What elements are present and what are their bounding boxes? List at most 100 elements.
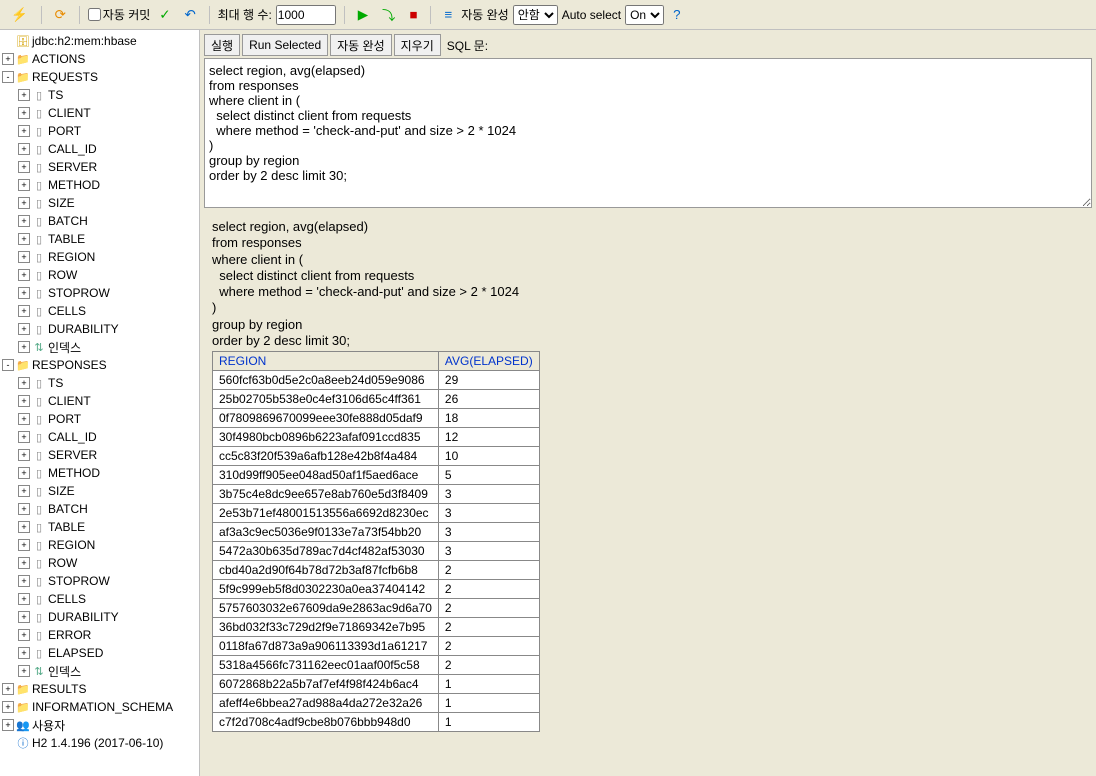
expand-icon[interactable]: +: [18, 215, 30, 227]
h2-version[interactable]: ⓘH2 1.4.196 (2017-06-10): [0, 734, 199, 752]
expand-icon[interactable]: +: [18, 143, 30, 155]
expand-icon[interactable]: +: [18, 593, 30, 605]
tree-column-ts[interactable]: +▯TS: [16, 374, 199, 392]
tree-column-batch[interactable]: +▯BATCH: [16, 500, 199, 518]
tree-column-cells[interactable]: +▯CELLS: [16, 590, 199, 608]
tree-item-requests[interactable]: -📁REQUESTS: [0, 68, 199, 86]
history-button[interactable]: ≡: [439, 4, 457, 26]
tree-column-call_id[interactable]: +▯CALL_ID: [16, 428, 199, 446]
autoselect-select[interactable]: On: [625, 5, 664, 25]
tree-column-method[interactable]: +▯METHOD: [16, 464, 199, 482]
stop-button[interactable]: ■: [404, 4, 422, 26]
autocommit-checkbox[interactable]: [88, 8, 101, 21]
tree-column-batch[interactable]: +▯BATCH: [16, 212, 199, 230]
expand-icon[interactable]: +: [18, 341, 30, 353]
expand-icon[interactable]: +: [18, 305, 30, 317]
expand-icon[interactable]: +: [18, 107, 30, 119]
tree-column-region[interactable]: +▯REGION: [16, 248, 199, 266]
tree-column-stoprow[interactable]: +▯STOPROW: [16, 572, 199, 590]
expand-icon[interactable]: -: [2, 71, 14, 83]
tree-column-table[interactable]: +▯TABLE: [16, 518, 199, 536]
expand-icon[interactable]: +: [18, 629, 30, 641]
expand-icon[interactable]: +: [18, 233, 30, 245]
expand-icon[interactable]: +: [18, 89, 30, 101]
tree-column-size[interactable]: +▯SIZE: [16, 194, 199, 212]
tree-column-port[interactable]: +▯PORT: [16, 410, 199, 428]
expand-icon[interactable]: +: [18, 395, 30, 407]
tree-item-사용자[interactable]: +👥사용자: [0, 716, 199, 734]
expand-icon[interactable]: -: [2, 359, 14, 371]
clear-button[interactable]: 지우기: [394, 34, 441, 56]
tree-column-size[interactable]: +▯SIZE: [16, 482, 199, 500]
column-header-avg-elapsed-[interactable]: AVG(ELAPSED): [445, 354, 533, 368]
tree-column-server[interactable]: +▯SERVER: [16, 158, 199, 176]
expand-icon[interactable]: +: [18, 521, 30, 533]
autocomplete-select[interactable]: 안함: [513, 5, 558, 25]
expand-icon[interactable]: +: [18, 647, 30, 659]
tree-column-port[interactable]: +▯PORT: [16, 122, 199, 140]
expand-icon[interactable]: +: [18, 539, 30, 551]
autocomplete-button[interactable]: 자동 완성: [330, 34, 392, 56]
expand-icon[interactable]: +: [2, 683, 14, 695]
column-header-region[interactable]: REGION: [219, 354, 266, 368]
tree-item-information_schema[interactable]: +📁INFORMATION_SCHEMA: [0, 698, 199, 716]
rollback-button[interactable]: ↶: [179, 4, 200, 26]
expand-icon[interactable]: +: [18, 323, 30, 335]
tree-index[interactable]: +⇅인덱스: [16, 662, 199, 680]
run-selected-button[interactable]: Run Selected: [242, 34, 328, 56]
expand-icon[interactable]: +: [18, 503, 30, 515]
expand-icon[interactable]: +: [18, 665, 30, 677]
run-button[interactable]: 실행: [204, 34, 240, 56]
tree-column-durability[interactable]: +▯DURABILITY: [16, 608, 199, 626]
expand-icon[interactable]: +: [18, 197, 30, 209]
tree-item-results[interactable]: +📁RESULTS: [0, 680, 199, 698]
help-button[interactable]: ?: [668, 4, 685, 26]
tree-column-client[interactable]: +▯CLIENT: [16, 104, 199, 122]
tree-column-ts[interactable]: +▯TS: [16, 86, 199, 104]
autocommit-label: 자동 커밋: [103, 6, 151, 23]
run-button-toolbar[interactable]: ▶: [353, 4, 373, 26]
expand-icon[interactable]: +: [18, 413, 30, 425]
tree-column-cells[interactable]: +▯CELLS: [16, 302, 199, 320]
expand-icon[interactable]: +: [18, 485, 30, 497]
expand-icon[interactable]: +: [18, 125, 30, 137]
expand-icon[interactable]: +: [18, 575, 30, 587]
db-root[interactable]: 🗄jdbc:h2:mem:hbase: [0, 32, 199, 50]
tree-column-row[interactable]: +▯ROW: [16, 554, 199, 572]
expand-icon[interactable]: +: [18, 179, 30, 191]
expand-icon[interactable]: +: [2, 701, 14, 713]
expand-icon[interactable]: +: [18, 449, 30, 461]
expand-icon[interactable]: +: [18, 251, 30, 263]
expand-icon[interactable]: +: [2, 53, 14, 65]
expand-icon[interactable]: +: [18, 611, 30, 623]
expand-icon[interactable]: +: [18, 269, 30, 281]
tree-column-elapsed[interactable]: +▯ELAPSED: [16, 644, 199, 662]
expand-icon[interactable]: +: [18, 557, 30, 569]
tree-item-actions[interactable]: +📁ACTIONS: [0, 50, 199, 68]
tree-item-responses[interactable]: -📁RESPONSES: [0, 356, 199, 374]
run-selected-button-toolbar[interactable]: ⤵: [377, 4, 400, 26]
expand-icon[interactable]: +: [2, 719, 14, 731]
tree-column-call_id[interactable]: +▯CALL_ID: [16, 140, 199, 158]
tree-column-durability[interactable]: +▯DURABILITY: [16, 320, 199, 338]
maxrows-input[interactable]: [276, 5, 336, 25]
expand-icon[interactable]: +: [18, 161, 30, 173]
tree-column-client[interactable]: +▯CLIENT: [16, 392, 199, 410]
sql-textarea[interactable]: [204, 58, 1092, 208]
disconnect-button[interactable]: ⚡: [6, 4, 33, 26]
refresh-button[interactable]: ⟳: [50, 4, 71, 26]
commit-button[interactable]: ✓: [154, 4, 175, 26]
tree-column-row[interactable]: +▯ROW: [16, 266, 199, 284]
tree-column-method[interactable]: +▯METHOD: [16, 176, 199, 194]
expand-icon[interactable]: +: [18, 467, 30, 479]
expand-icon[interactable]: +: [18, 377, 30, 389]
tree-column-region[interactable]: +▯REGION: [16, 536, 199, 554]
expand-icon[interactable]: +: [18, 431, 30, 443]
tree-column-error[interactable]: +▯ERROR: [16, 626, 199, 644]
autocommit-toggle[interactable]: 자동 커밋: [88, 6, 151, 23]
tree-column-stoprow[interactable]: +▯STOPROW: [16, 284, 199, 302]
tree-index[interactable]: +⇅인덱스: [16, 338, 199, 356]
tree-column-server[interactable]: +▯SERVER: [16, 446, 199, 464]
tree-column-table[interactable]: +▯TABLE: [16, 230, 199, 248]
expand-icon[interactable]: +: [18, 287, 30, 299]
